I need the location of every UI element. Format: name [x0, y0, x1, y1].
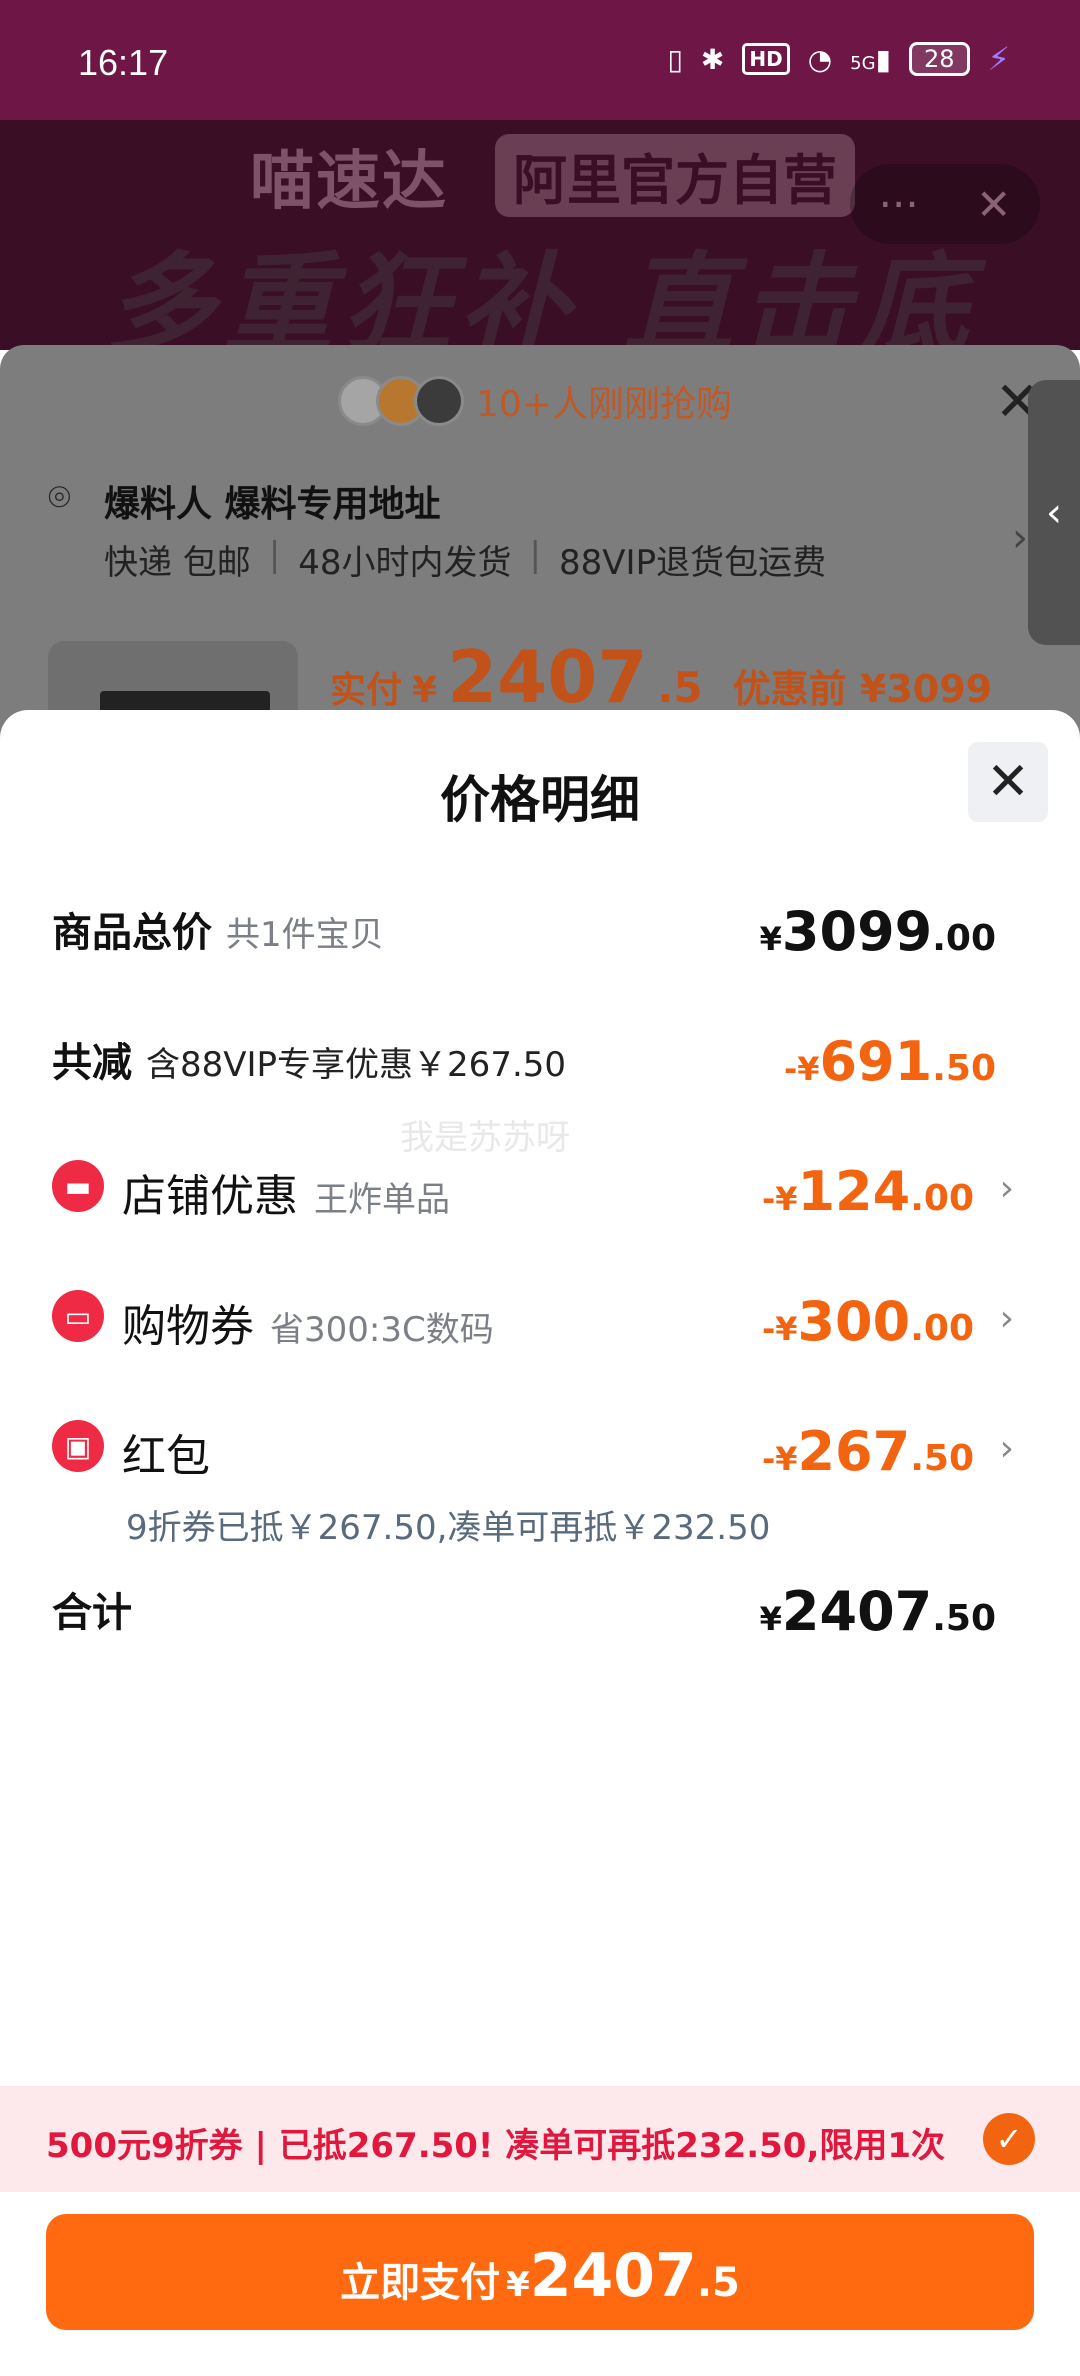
sum-label: 合计	[52, 1590, 132, 1636]
pay-currency: ¥	[506, 2265, 530, 2305]
price-int: 2407	[447, 635, 648, 719]
store-amount: -¥124.00	[761, 1160, 974, 1223]
price-label: 实付	[330, 670, 403, 711]
recent-buyers: 10+人刚刚抢购	[338, 375, 732, 427]
shipping-info: 快递 包邮 | 48小时内发货 | 88VIP退货包运费	[104, 535, 827, 583]
store-label: 店铺优惠	[122, 1171, 298, 1222]
bluetooth-icon: ✱	[700, 42, 725, 76]
store-sub: 王炸单品	[314, 1180, 450, 1220]
buyers-text: 10+人刚刚抢购	[476, 384, 732, 425]
voucher-icon: ▭	[52, 1290, 104, 1342]
modal-title: 价格明细	[440, 771, 640, 829]
status-icons: ▯ ✱ HD ◔ 5G▮ 28 ⚡	[667, 40, 1010, 78]
voucher-amount: -¥300.00	[761, 1290, 974, 1353]
sum-amount: ¥2407.50	[759, 1580, 996, 1643]
promo-coupon-bar[interactable]: 500元9折券 | 已抵267.50! 凑单可再抵232.50,限用1次 ✓	[0, 2086, 1080, 2192]
order-price: 实付 ¥ 2407.5 优惠前 ¥3099	[330, 635, 992, 719]
watermark: 我是苏苏呀	[400, 1118, 570, 1158]
status-bar: 16:17 ▯ ✱ HD ◔ 5G▮ 28 ⚡	[0, 0, 1080, 120]
original-price: 优惠前 ¥3099	[732, 667, 993, 711]
sum-row: 合计 ¥2407.50	[52, 1580, 1028, 1643]
discount-amount: -¥691.50	[783, 1030, 996, 1093]
promo-banner: 喵速达 阿里官方自营 多重狂补 直击底价 ··· ✕	[0, 120, 1080, 350]
charging-icon: ⚡	[987, 40, 1010, 78]
total-label: 商品总价	[52, 910, 212, 956]
chevron-right-icon: ›	[999, 1168, 1014, 1209]
brand-badge: 阿里官方自营	[495, 134, 855, 217]
red-packet-icon: ▣	[52, 1420, 104, 1472]
voucher-sub: 省300:3C数码	[270, 1310, 494, 1350]
location-pin-icon: ⌾	[48, 475, 71, 519]
address-name: 爆料人 爆料专用地址	[104, 484, 441, 525]
battery-icon: 28	[908, 42, 970, 76]
shipping-method: 快递 包邮	[104, 543, 251, 583]
chevron-right-icon: ›	[999, 1428, 1014, 1469]
modal-close-button[interactable]: ✕	[968, 742, 1048, 822]
chevron-right-icon: ›	[999, 1298, 1014, 1339]
promo-text: 500元9折券 | 已抵267.50! 凑单可再抵232.50,限用1次	[46, 2126, 946, 2166]
more-icon[interactable]: ···	[879, 180, 919, 229]
discount-total-row: 共减 含88VIP专享优惠￥267.50 -¥691.50	[52, 1030, 1028, 1093]
brand-logo: 喵速达	[250, 145, 448, 219]
voucher-label: 购物券	[122, 1301, 254, 1352]
discount-sub: 含88VIP专享优惠￥267.50	[146, 1045, 567, 1085]
red-packet-amount: -¥267.50	[761, 1420, 974, 1483]
pay-int: 2407	[529, 2241, 697, 2311]
chevron-left-icon: ‹	[1046, 489, 1062, 536]
pay-now-button[interactable]: 立即支付 ¥ 2407.5	[46, 2214, 1034, 2330]
close-icon: ✕	[986, 752, 1030, 812]
total-amount: ¥3099.00	[759, 900, 996, 963]
return-policy: 88VIP退货包运费	[559, 543, 827, 583]
avatar	[414, 376, 464, 426]
red-packet-note: 9折券已抵￥267.50,凑单可再抵￥232.50	[126, 1508, 771, 1548]
discount-label: 共减	[52, 1040, 132, 1086]
total-sub: 共1件宝贝	[226, 915, 384, 955]
price-currency: ¥	[412, 670, 438, 711]
banner-controls: ··· ✕	[850, 164, 1040, 244]
hd-icon: HD	[742, 43, 790, 75]
red-packet-label: 红包	[122, 1431, 210, 1482]
signal-icon: 5G▮	[850, 42, 891, 76]
side-expand-tab[interactable]: ‹	[1028, 380, 1080, 645]
pay-label: 立即支付	[340, 2260, 501, 2306]
buyer-avatars	[338, 376, 464, 426]
shipping-time: 48小时内发货	[298, 543, 512, 583]
price-dec: .5	[657, 663, 703, 712]
close-icon[interactable]: ✕	[976, 180, 1011, 229]
chevron-right-icon: ›	[1012, 515, 1028, 561]
store-icon: ▬	[52, 1160, 104, 1212]
status-time: 16:17	[78, 42, 169, 83]
vibrate-icon: ▯	[667, 42, 683, 76]
pay-dec: .5	[696, 2260, 740, 2306]
wifi-icon: ◔	[807, 42, 833, 76]
order-sheet: 10+人刚刚抢购 ✕ ⌾ 爆料人 爆料专用地址 快递 包邮 | 48小时内发货 …	[0, 345, 1080, 745]
total-price-row: 商品总价 共1件宝贝 ¥3099.00	[52, 900, 1028, 963]
checkmark-icon[interactable]: ✓	[983, 2113, 1035, 2165]
